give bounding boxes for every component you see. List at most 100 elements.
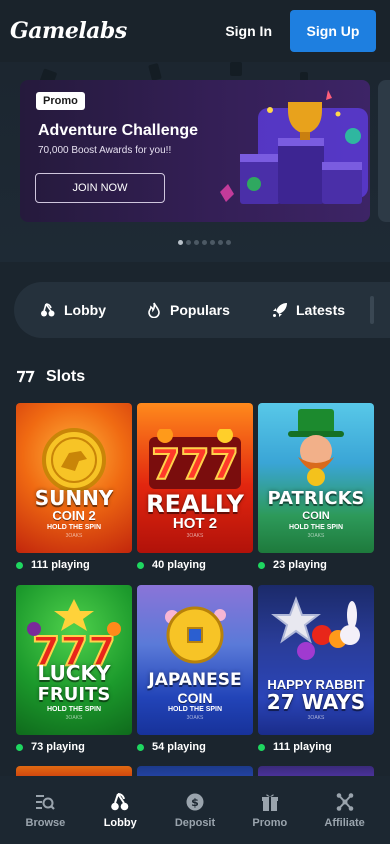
studio-label: 3OAKS xyxy=(65,533,83,539)
flame-icon xyxy=(148,302,160,318)
players-count: 54 playing xyxy=(137,741,253,753)
gift-icon xyxy=(261,794,278,811)
star-fruits-icon xyxy=(271,596,360,660)
carousel-dot[interactable] xyxy=(202,240,207,245)
carousel-dots xyxy=(178,240,231,245)
nav-label: Affiliate xyxy=(324,816,365,829)
studio-label: 3OAKS xyxy=(307,715,325,721)
join-now-button[interactable]: JOIN NOW xyxy=(35,173,165,203)
carousel-dot[interactable] xyxy=(178,240,183,245)
game-card-really-hot[interactable]: 777 REALLY HOT 2 3OAKS 40 playing xyxy=(137,403,253,571)
carousel-dot[interactable] xyxy=(218,240,223,245)
brand-logo[interactable]: Gamelabs xyxy=(10,18,127,44)
game-title-line3: HOLD THE SPIN xyxy=(167,706,223,713)
next-banner-preview[interactable] xyxy=(378,80,390,222)
category-label: Populars xyxy=(170,302,230,318)
seven-seven-icon xyxy=(17,370,35,383)
game-title-line2: 27 WAYS xyxy=(266,690,366,714)
nav-label: Lobby xyxy=(103,816,137,829)
players-count-text: 40 playing xyxy=(152,559,206,571)
slots-section-header: Slots xyxy=(16,368,85,386)
game-card-patricks-coin[interactable]: PATRICKS COIN HOLD THE SPIN 3OAKS 23 pla… xyxy=(258,403,374,571)
game-title-line3: HOLD THE SPIN xyxy=(46,524,102,531)
game-title-line3: HOLD THE SPIN xyxy=(46,706,102,713)
game-thumbnail[interactable]: SUNNY COIN 2 HOLD THE SPIN 3OAKS xyxy=(16,403,132,553)
nav-lobby[interactable]: Lobby xyxy=(85,792,155,829)
sign-up-button[interactable]: Sign Up xyxy=(290,10,376,52)
nav-browse[interactable]: Browse xyxy=(10,792,80,829)
online-status-dot xyxy=(137,561,144,569)
gold-coin-horse-icon xyxy=(42,428,106,492)
game-title-line1: LUCKY xyxy=(37,661,111,685)
game-thumbnail[interactable]: 777 LUCKY FRUITS HOLD THE SPIN 3OAKS xyxy=(16,585,132,735)
japanese-coin-icon xyxy=(165,606,226,664)
players-count: 73 playing xyxy=(16,741,132,753)
promo-tag: Promo xyxy=(36,92,85,110)
players-count: 23 playing xyxy=(258,559,374,571)
rocket-icon xyxy=(273,303,287,317)
game-thumbnail[interactable]: PATRICKS COIN HOLD THE SPIN 3OAKS xyxy=(258,403,374,553)
cherries-icon xyxy=(41,303,55,317)
game-title-line3: HOLD THE SPIN xyxy=(288,524,344,531)
triple-seven-icon: 777 xyxy=(149,429,241,490)
nav-label: Promo xyxy=(252,816,288,829)
section-title: Slots xyxy=(46,368,86,385)
game-card-lucky-fruits[interactable]: 777 LUCKY FRUITS HOLD THE SPIN 3OAKS 73 … xyxy=(16,585,132,753)
lucky-seven-icon: 777 xyxy=(27,599,121,669)
network-icon xyxy=(336,792,353,811)
game-card-happy-rabbit[interactable]: HAPPY RABBIT 27 WAYS 3OAKS 111 playing xyxy=(258,585,374,753)
game-title-line2: HOT 2 xyxy=(172,515,218,532)
carousel-dot[interactable] xyxy=(194,240,199,245)
promo-banner[interactable]: Promo Adventure Challenge 70,000 Boost A… xyxy=(20,80,370,222)
carousel-dot[interactable] xyxy=(226,240,231,245)
svg-text:777: 777 xyxy=(151,440,239,489)
carousel-dot[interactable] xyxy=(186,240,191,245)
sign-in-button[interactable]: Sign In xyxy=(225,23,272,39)
cherries-icon xyxy=(111,792,129,810)
carousel-dot[interactable] xyxy=(210,240,215,245)
game-title-line1: REALLY xyxy=(146,490,244,518)
game-title-line2: COIN xyxy=(302,510,330,522)
category-label: Latests xyxy=(296,302,346,318)
players-count-text: 73 playing xyxy=(31,741,85,753)
nav-label: Browse xyxy=(25,816,66,829)
nav-promo[interactable]: Promo xyxy=(235,792,305,829)
banner-subtitle: 70,000 Boost Awards for you!! xyxy=(38,145,172,156)
bottom-navigation: Browse Lobby $ Deposit Promo Affiliate xyxy=(0,776,390,844)
promo-carousel: Promo Adventure Challenge 70,000 Boost A… xyxy=(0,62,390,262)
game-title-line2: COIN 2 xyxy=(52,508,96,523)
players-count-text: 23 playing xyxy=(273,559,327,571)
game-title-line1: PATRICKS xyxy=(267,488,365,509)
nav-deposit[interactable]: $ Deposit xyxy=(160,792,230,829)
game-title-line1: JAPANESE xyxy=(148,670,242,690)
studio-label: 3OAKS xyxy=(307,533,325,539)
category-populars[interactable]: Populars xyxy=(146,302,230,318)
game-title-line1: SUNNY xyxy=(34,486,114,510)
category-label: Lobby xyxy=(64,302,106,318)
online-status-dot xyxy=(16,561,23,569)
background-shard xyxy=(230,62,242,76)
game-thumbnail[interactable]: 777 REALLY HOT 2 3OAKS xyxy=(137,403,253,553)
players-count-text: 54 playing xyxy=(152,741,206,753)
category-bar: Lobby Populars Latests xyxy=(14,282,390,338)
nav-affiliate[interactable]: Affiliate xyxy=(310,792,380,829)
players-count: 111 playing xyxy=(16,559,132,571)
players-count-text: 111 playing xyxy=(31,559,90,571)
top-header: Gamelabs Sign In Sign Up xyxy=(0,0,390,62)
game-card-japanese-coin[interactable]: JAPANESE COIN HOLD THE SPIN 3OAKS 54 pla… xyxy=(137,585,253,753)
studio-label: 3OAKS xyxy=(186,533,204,539)
category-latests[interactable]: Latests xyxy=(272,302,345,318)
auth-actions: Sign In Sign Up xyxy=(225,10,376,52)
category-lobby[interactable]: Lobby xyxy=(40,302,106,318)
trophy-podium-illustration xyxy=(220,90,368,204)
studio-label: 3OAKS xyxy=(186,715,204,721)
players-count-text: 111 playing xyxy=(273,741,332,753)
game-thumbnail[interactable]: HAPPY RABBIT 27 WAYS 3OAKS xyxy=(258,585,374,735)
game-thumbnail[interactable]: JAPANESE COIN HOLD THE SPIN 3OAKS xyxy=(137,585,253,735)
studio-label: 3OAKS xyxy=(65,715,83,721)
online-status-dot xyxy=(137,743,144,751)
svg-text:$: $ xyxy=(191,796,199,809)
game-card-sunny-coin[interactable]: SUNNY COIN 2 HOLD THE SPIN 3OAKS 111 pla… xyxy=(16,403,132,571)
coin-deposit-icon: $ xyxy=(186,793,204,810)
scroll-handle[interactable] xyxy=(370,296,374,324)
